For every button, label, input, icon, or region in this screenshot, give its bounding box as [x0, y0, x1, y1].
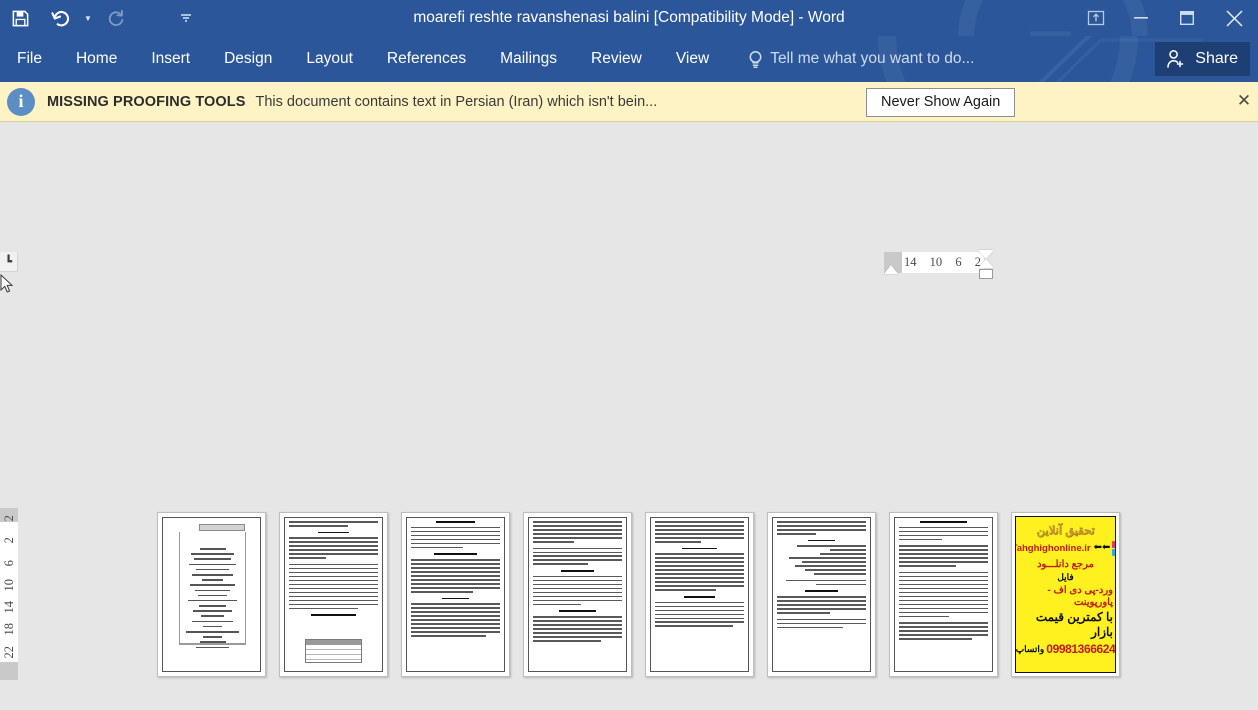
- ad-line-black-1: فایل: [1057, 572, 1074, 583]
- vruler-tick: 18: [1, 623, 16, 636]
- toc-frame: [179, 532, 246, 649]
- tab-insert[interactable]: Insert: [134, 36, 207, 82]
- redo-icon[interactable]: [96, 3, 136, 33]
- page-thumbnail-1[interactable]: [157, 512, 266, 677]
- hruler-tick: 10: [929, 255, 943, 269]
- page-3-content: [406, 517, 505, 672]
- ad-phone-row: 09981366624 واتساپ: [1015, 642, 1116, 657]
- ad-line-red-1: مرجع دانلـــود: [1037, 558, 1094, 570]
- share-label: Share: [1195, 50, 1238, 67]
- save-icon[interactable]: [0, 3, 40, 33]
- quick-access-toolbar: ▼: [0, 3, 194, 33]
- first-line-indent-marker[interactable]: [978, 250, 994, 259]
- ad-logo-text: تحقیق آنلاین: [1036, 525, 1095, 537]
- vertical-ruler[interactable]: ┗ 2 2 6 10 14 18 22: [0, 252, 18, 680]
- undo-icon[interactable]: [40, 3, 80, 33]
- tab-file[interactable]: File: [0, 36, 59, 82]
- vruler-tick: 2: [1, 515, 16, 522]
- tab-review[interactable]: Review: [574, 36, 659, 82]
- tell-me-box[interactable]: Tell me what you want to do...: [748, 50, 974, 69]
- page-thumbnail-4[interactable]: [523, 512, 632, 677]
- advertisement-page: تحقیق آنلاین Tahghighonline.ir ⬅⬅ مرجع د…: [1015, 516, 1116, 673]
- notification-close-icon[interactable]: ✕: [1233, 90, 1255, 112]
- tell-me-text: Tell me what you want to do...: [770, 50, 975, 67]
- undo-dropdown-icon[interactable]: ▼: [80, 3, 96, 33]
- hanging-indent-marker[interactable]: [978, 259, 994, 268]
- page-thumbnail-5[interactable]: [645, 512, 754, 677]
- window-controls: [1074, 0, 1258, 36]
- vruler-tick: 2: [1, 537, 16, 544]
- tab-layout[interactable]: Layout: [289, 36, 370, 82]
- share-person-icon: [1167, 50, 1184, 68]
- title-bar: ▼ moarefi reshte ravanshenasi balini [Co…: [0, 0, 1258, 36]
- hruler-tick: 6: [955, 255, 962, 269]
- ribbon-display-options-icon[interactable]: [1074, 0, 1118, 36]
- vruler-tick: 10: [1, 578, 16, 592]
- minimize-icon[interactable]: [1118, 0, 1164, 36]
- left-indent-box-marker[interactable]: [979, 269, 993, 279]
- vruler-tick: 22: [1, 645, 16, 659]
- page-6-content: [772, 517, 871, 672]
- vertical-ruler-margin-bottom: [0, 662, 18, 680]
- hruler-tick: 14: [904, 255, 917, 269]
- tab-stop-selector[interactable]: ┗: [0, 252, 18, 272]
- missing-proofing-tools-bar: i MISSING PROOFING TOOLS This document c…: [0, 82, 1258, 122]
- close-icon[interactable]: [1210, 0, 1258, 36]
- notification-message: This document contains text in Persian (…: [255, 93, 658, 110]
- page-thumbnail-8[interactable]: تحقیق آنلاین Tahghighonline.ir ⬅⬅ مرجع د…: [1011, 512, 1120, 677]
- page-thumbnail-strip: تحقیق آنلاین Tahghighonline.ir ⬅⬅ مرجع د…: [157, 512, 1120, 677]
- tab-home[interactable]: Home: [59, 36, 134, 82]
- page-7-content: [894, 517, 993, 672]
- instagram-icon: [1112, 540, 1115, 548]
- page-4-content: [528, 517, 627, 672]
- page-5-content: [650, 517, 749, 672]
- telegram-icon: [1112, 548, 1115, 556]
- restore-icon[interactable]: [1164, 0, 1210, 36]
- notification-title: MISSING PROOFING TOOLS: [47, 93, 246, 110]
- tab-design[interactable]: Design: [207, 36, 289, 82]
- ad-website-url: Tahghighonline.ir: [1015, 542, 1091, 554]
- ad-app-icons: [1112, 540, 1115, 556]
- ad-line-black-2: با کمترین قیمت بازار: [1035, 610, 1113, 639]
- tab-view[interactable]: View: [659, 36, 726, 82]
- info-icon: i: [7, 87, 35, 116]
- share-button[interactable]: Share: [1155, 42, 1250, 76]
- horizontal-ruler-ticks: 14 10 6 2: [902, 252, 984, 273]
- page-thumbnail-3[interactable]: [401, 512, 510, 677]
- page-thumbnail-2[interactable]: [279, 512, 388, 677]
- page-2-content: [284, 517, 383, 672]
- ad-whatsapp-label: واتساپ: [1015, 643, 1045, 654]
- page-2-table: [305, 639, 362, 663]
- page-thumbnail-6[interactable]: [767, 512, 876, 677]
- right-indent-markers[interactable]: [978, 250, 994, 282]
- page-thumbnail-7[interactable]: [889, 512, 998, 677]
- vertical-ruler-ticks: 2 2 6 10 14 18 22: [0, 510, 18, 662]
- never-show-again-button[interactable]: Never Show Again: [866, 88, 1016, 117]
- toc-header-box: [199, 524, 245, 531]
- tab-mailings[interactable]: Mailings: [483, 36, 574, 82]
- customize-qat-icon[interactable]: [178, 3, 194, 33]
- ad-line-red-2: ورد-پی دی اف - پاورپوینت: [1047, 585, 1113, 608]
- lightbulb-icon: [749, 50, 762, 68]
- mouse-cursor: [0, 274, 14, 293]
- page-1-content: [162, 517, 261, 672]
- document-workspace: ┗ 2 2 6 10 14 18 22 14 10 6 2 تحقیق آنلا…: [0, 122, 1258, 710]
- vruler-tick: 6: [1, 559, 16, 566]
- ad-phone-number: 09981366624: [1046, 642, 1116, 657]
- arrow-left-icon: ⬅⬅: [1093, 542, 1111, 554]
- tab-references[interactable]: References: [370, 36, 483, 82]
- ribbon-tab-bar: File Home Insert Design Layout Reference…: [0, 36, 1258, 82]
- left-indent-marker[interactable]: [884, 265, 898, 274]
- vruler-tick: 14: [1, 601, 16, 614]
- ad-site-row: Tahghighonline.ir ⬅⬅: [1015, 540, 1115, 556]
